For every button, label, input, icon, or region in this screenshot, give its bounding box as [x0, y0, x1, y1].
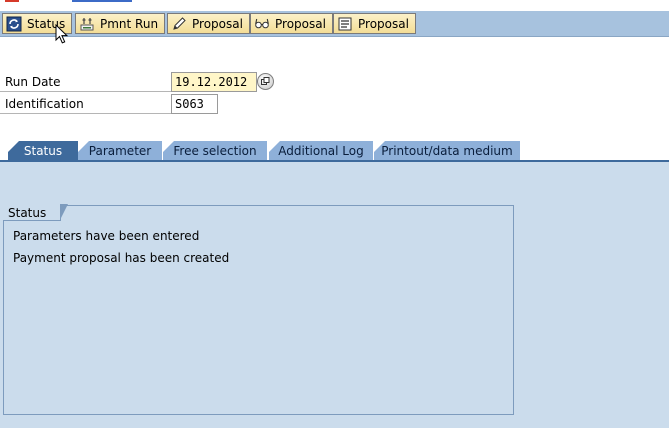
proposal-display-button[interactable]: Proposal	[250, 13, 333, 34]
tab-strip: Status Parameter Free selection Addition…	[0, 141, 669, 161]
run-date-label: Run Date	[0, 72, 171, 92]
payment-run-button[interactable]: Pmnt Run	[75, 13, 166, 34]
title-strip-blue-mark	[72, 0, 132, 2]
identification-field[interactable]: S063	[171, 94, 218, 114]
proposal-display-button-label: Proposal	[275, 16, 326, 31]
tab-free-selection[interactable]: Free selection	[163, 141, 267, 161]
application-toolbar: Status Pmnt Run Proposal Proposal Propos…	[0, 11, 669, 37]
value-help-icon	[261, 77, 270, 85]
list-icon	[338, 17, 352, 30]
tab-additional-log[interactable]: Additional Log	[269, 141, 373, 161]
status-message: Payment proposal has been created	[13, 251, 230, 265]
proposal-list-button[interactable]: Proposal	[333, 13, 416, 34]
payment-run-button-label: Pmnt Run	[100, 16, 159, 31]
glasses-icon	[255, 18, 269, 28]
status-group-title: Status	[3, 204, 69, 221]
pencil-icon	[173, 16, 186, 30]
proposal-edit-button[interactable]: Proposal	[167, 13, 250, 34]
tab-status[interactable]: Status	[8, 141, 78, 161]
tab-printout-data-medium[interactable]: Printout/data medium	[374, 141, 520, 161]
proposal-edit-button-label: Proposal	[192, 16, 243, 31]
value-help-button[interactable]	[257, 73, 274, 90]
tab-parameter[interactable]: Parameter	[78, 141, 162, 161]
run-date-field[interactable]: 19.12.2012	[171, 72, 257, 92]
title-strip	[0, 0, 669, 11]
status-message: Parameters have been entered	[13, 229, 200, 243]
identification-label: Identification	[0, 94, 171, 114]
status-icon	[6, 16, 22, 31]
payment-run-icon	[80, 17, 94, 30]
proposal-list-button-label: Proposal	[358, 16, 409, 31]
title-strip-red-mark	[5, 0, 19, 2]
mouse-cursor-icon	[55, 24, 69, 44]
